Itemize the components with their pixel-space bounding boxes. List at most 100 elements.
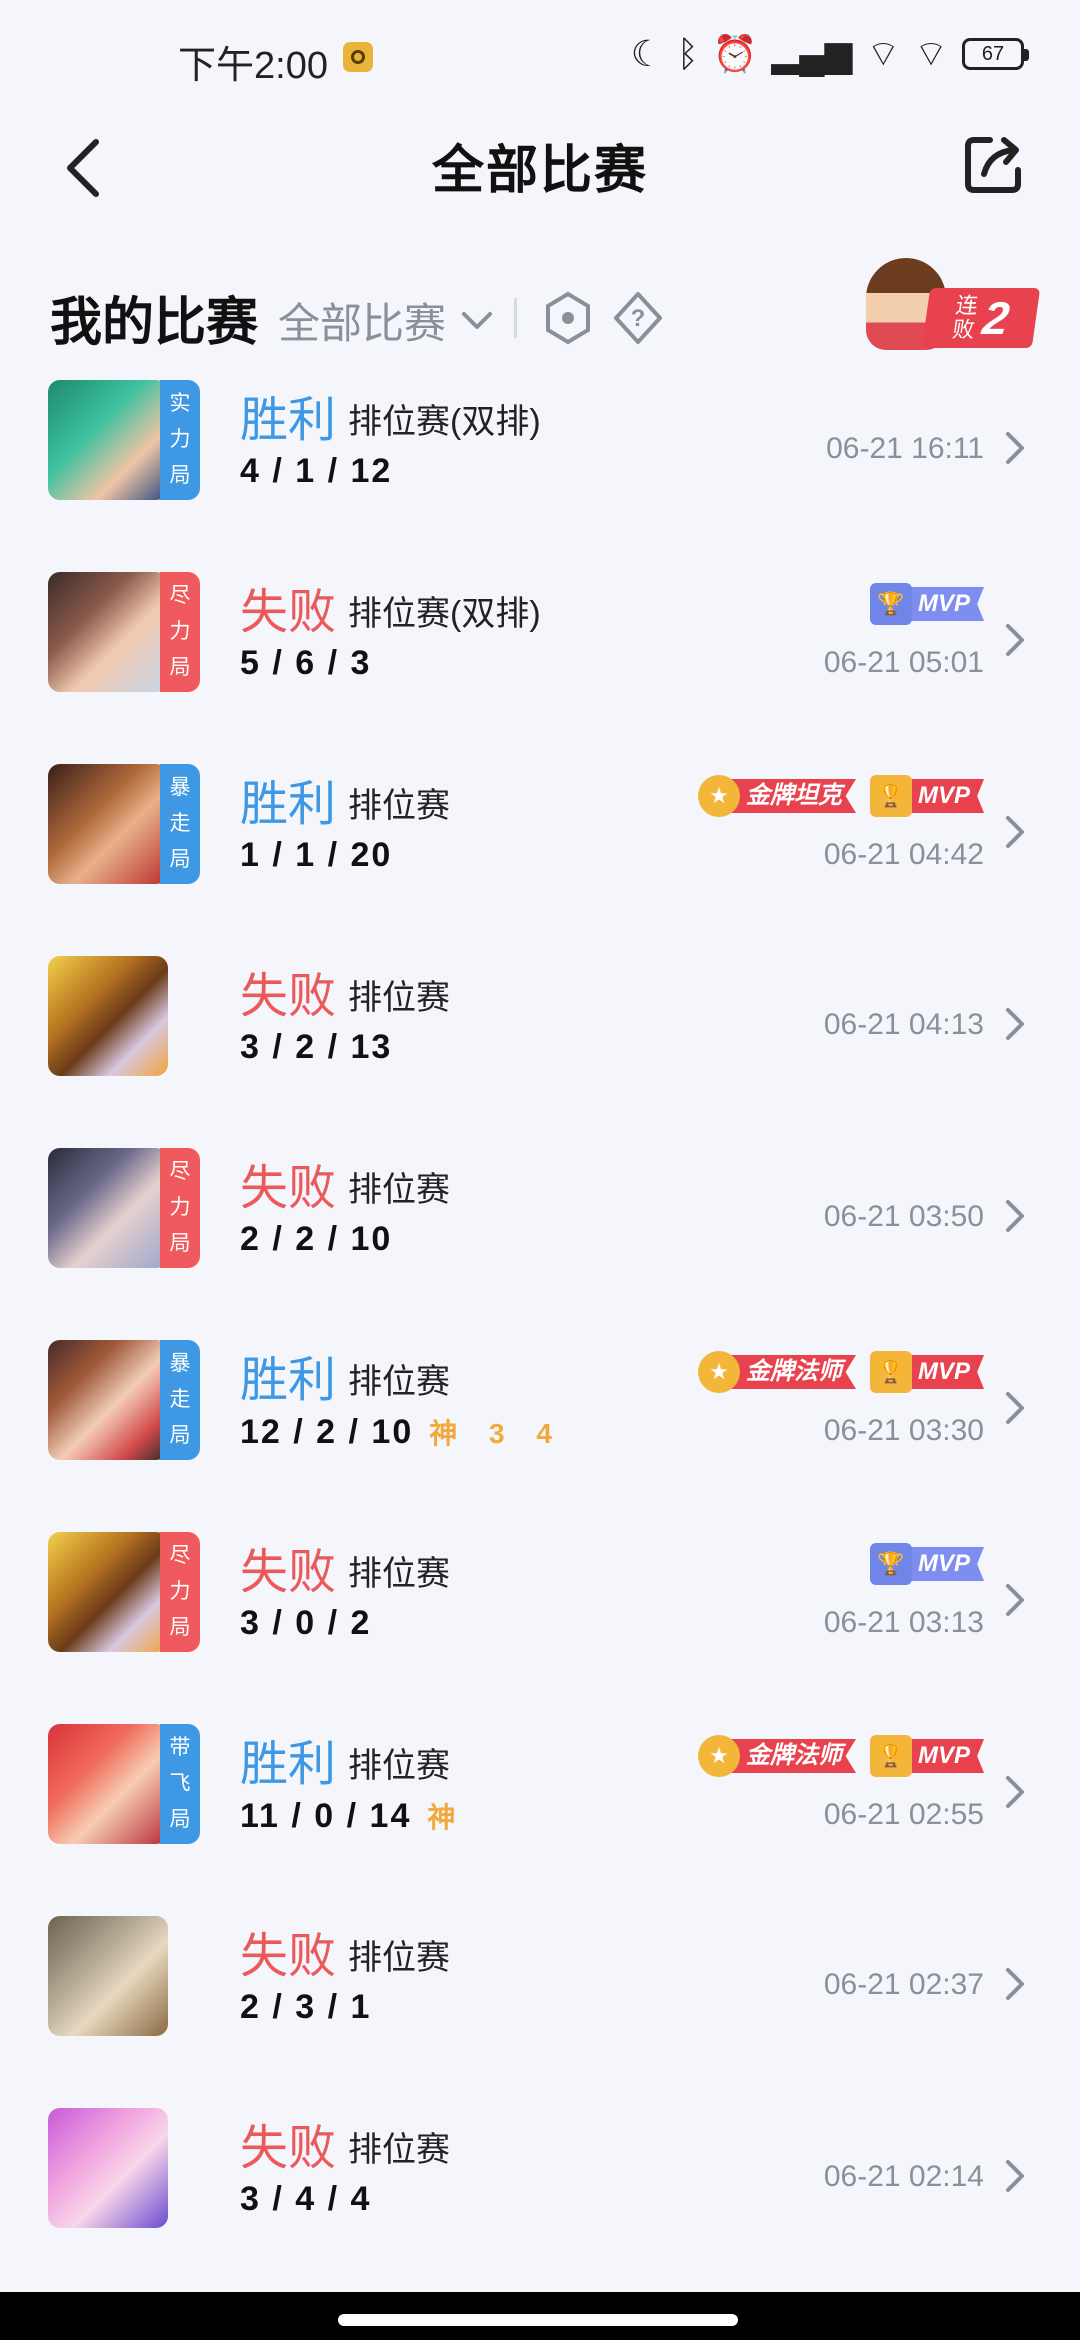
match-row[interactable]: 失败 排位赛 3 / 2 / 13 06-21 04:13 xyxy=(0,956,1080,1148)
match-type: 排位赛(双排) xyxy=(348,403,541,441)
match-kda: 12 / 2 / 10 神 3 4 xyxy=(240,1412,564,1451)
match-row[interactable]: 失败 排位赛 2 / 3 / 1 06-21 02:37 xyxy=(0,1916,1080,2108)
hero-portrait xyxy=(48,764,168,884)
app-notification-icon xyxy=(343,42,373,72)
match-badges: 🏆 MVP xyxy=(869,583,984,625)
status-bar: 下午2:00 ☾ ᛒ ⏰ ▂▄▆ ⌔ ⌔ 67 xyxy=(0,0,1080,110)
mode-tag: 暴走局 xyxy=(160,1340,200,1460)
gold-role-badge: ★ 金牌法师 xyxy=(697,1351,856,1393)
godlike-streak: 神 3 4 xyxy=(429,1418,564,1449)
match-row[interactable]: 尽力局 失败 排位赛(双排) 5 / 6 / 3 🏆 MVP 06-21 05:0… xyxy=(0,572,1080,764)
hero-avatar: 尽力局 xyxy=(48,1148,204,1268)
match-badges: 🏆 MVP xyxy=(869,1543,984,1585)
gold-role-badge: ★ 金牌法师 xyxy=(697,1735,856,1777)
match-result: 失败 xyxy=(240,1546,337,1599)
mvp-badge: 🏆 MVP xyxy=(869,583,984,625)
match-row[interactable]: 带飞局 胜利 排位赛 11 / 0 / 14 神 ★ 金牌法师 🏆 MVP 06-21… xyxy=(0,1724,1080,1916)
match-result: 失败 xyxy=(240,586,337,639)
match-row[interactable]: 尽力局 失败 排位赛 3 / 0 / 2 🏆 MVP 06-21 03:13 xyxy=(0,1532,1080,1724)
losing-streak-badge[interactable]: 连败 2 xyxy=(856,250,1041,360)
match-list: 实力局 胜利 排位赛(双排) 4 / 1 / 12 06-21 16:11 尽力… xyxy=(0,380,1080,2300)
trophy-icon: 🏆 xyxy=(869,1543,912,1585)
match-type: 排位赛 xyxy=(348,2131,450,2169)
section-header: 我的比赛 全部比赛 ? 连败 2 xyxy=(0,250,1080,370)
hero-avatar: 尽力局 xyxy=(48,1532,204,1652)
hero-portrait xyxy=(48,1724,168,1844)
chevron-right-icon xyxy=(1006,1008,1024,1040)
trophy-icon: 🏆 xyxy=(869,1351,912,1393)
match-date: 06-21 02:14 xyxy=(823,2160,984,2193)
mvp-badge: 🏆 MVP xyxy=(869,1351,984,1393)
mvp-badge: 🏆 MVP xyxy=(869,775,984,817)
match-type: 排位赛 xyxy=(348,1939,450,1977)
match-date: 06-21 03:13 xyxy=(823,1606,984,1639)
mode-tag: 暴走局 xyxy=(160,764,200,884)
hero-portrait xyxy=(48,1916,168,2036)
match-type: 排位赛(双排) xyxy=(348,595,541,633)
chevron-right-icon xyxy=(1006,1776,1024,1808)
match-type: 排位赛 xyxy=(348,787,450,825)
share-icon[interactable] xyxy=(960,130,1028,198)
match-date: 06-21 03:50 xyxy=(823,1200,984,1233)
hero-portrait xyxy=(48,1340,168,1460)
hero-portrait xyxy=(48,1148,168,1268)
hexagon-settings-icon[interactable] xyxy=(544,290,592,346)
home-indicator[interactable] xyxy=(338,2314,738,2326)
match-row[interactable]: 实力局 胜利 排位赛(双排) 4 / 1 / 12 06-21 16:11 xyxy=(0,380,1080,572)
hero-avatar: 实力局 xyxy=(48,380,204,500)
match-date: 06-21 03:30 xyxy=(823,1414,984,1447)
match-kda: 11 / 0 / 14 神 xyxy=(240,1796,468,1835)
match-kda: 3 / 4 / 4 xyxy=(240,2180,372,2218)
wifi-icon: ⌔ xyxy=(866,33,901,74)
hero-avatar: 尽力局 xyxy=(48,572,204,692)
help-diamond-icon[interactable]: ? xyxy=(612,290,664,346)
match-result: 胜利 xyxy=(240,1354,337,1407)
status-time: 下午2:00 xyxy=(178,45,328,87)
hero-portrait xyxy=(48,1532,168,1652)
match-row[interactable]: 失败 排位赛 3 / 4 / 4 06-21 02:14 xyxy=(0,2108,1080,2300)
match-type: 排位赛 xyxy=(348,1171,450,1209)
mode-tag: 尽力局 xyxy=(160,572,200,692)
trophy-icon: 🏆 xyxy=(869,775,912,817)
filter-label: 全部比赛 xyxy=(278,300,447,347)
match-result: 胜利 xyxy=(240,394,337,447)
page-title: 全部比赛 xyxy=(431,142,648,200)
match-result: 失败 xyxy=(240,1162,337,1215)
streak-label: 连败 xyxy=(950,293,980,342)
star-medal-icon: ★ xyxy=(697,1351,740,1393)
match-result: 失败 xyxy=(240,1930,337,1983)
match-row[interactable]: 尽力局 失败 排位赛 2 / 2 / 10 06-21 03:50 xyxy=(0,1148,1080,1340)
chevron-right-icon xyxy=(1006,1392,1024,1424)
chevron-right-icon xyxy=(1006,432,1024,464)
hero-avatar: 带飞局 xyxy=(48,1724,204,1844)
svg-text:?: ? xyxy=(631,305,646,332)
match-kda: 3 / 0 / 2 xyxy=(240,1604,372,1642)
hero-portrait xyxy=(48,380,168,500)
mvp-badge: 🏆 MVP xyxy=(869,1735,984,1777)
match-type: 排位赛 xyxy=(348,1747,450,1785)
chevron-down-icon xyxy=(462,311,493,329)
match-row[interactable]: 暴走局 胜利 排位赛 12 / 2 / 10 神 3 4 ★ 金牌法师 🏆 MVP 0… xyxy=(0,1340,1080,1532)
match-badges: ★ 金牌坦克 🏆 MVP xyxy=(697,775,984,817)
match-row[interactable]: 暴走局 胜利 排位赛 1 / 1 / 20 ★ 金牌坦克 🏆 MVP 06-21 0… xyxy=(0,764,1080,956)
hero-avatar xyxy=(48,1916,204,2036)
godlike-streak: 神 xyxy=(427,1802,468,1833)
match-kda: 4 / 1 / 12 xyxy=(240,452,393,490)
match-result: 失败 xyxy=(240,970,337,1023)
match-kda: 1 / 1 / 20 xyxy=(240,836,393,874)
filter-dropdown[interactable]: 全部比赛 xyxy=(278,290,494,351)
match-result: 失败 xyxy=(240,2122,337,2175)
battery-icon: 67 xyxy=(962,38,1029,70)
match-badges: ★ 金牌法师 🏆 MVP xyxy=(697,1735,984,1777)
hero-portrait xyxy=(48,572,168,692)
match-badges: ★ 金牌法师 🏆 MVP xyxy=(697,1351,984,1393)
mode-tag: 实力局 xyxy=(160,380,200,500)
match-kda: 5 / 6 / 3 xyxy=(240,644,372,682)
header-divider xyxy=(514,298,517,338)
hero-portrait xyxy=(48,956,168,1076)
hero-portrait xyxy=(48,2108,168,2228)
bluetooth-icon: ᛒ xyxy=(676,33,699,74)
chevron-right-icon xyxy=(1006,1584,1024,1616)
match-date: 06-21 16:11 xyxy=(826,432,984,465)
match-type: 排位赛 xyxy=(348,979,450,1017)
